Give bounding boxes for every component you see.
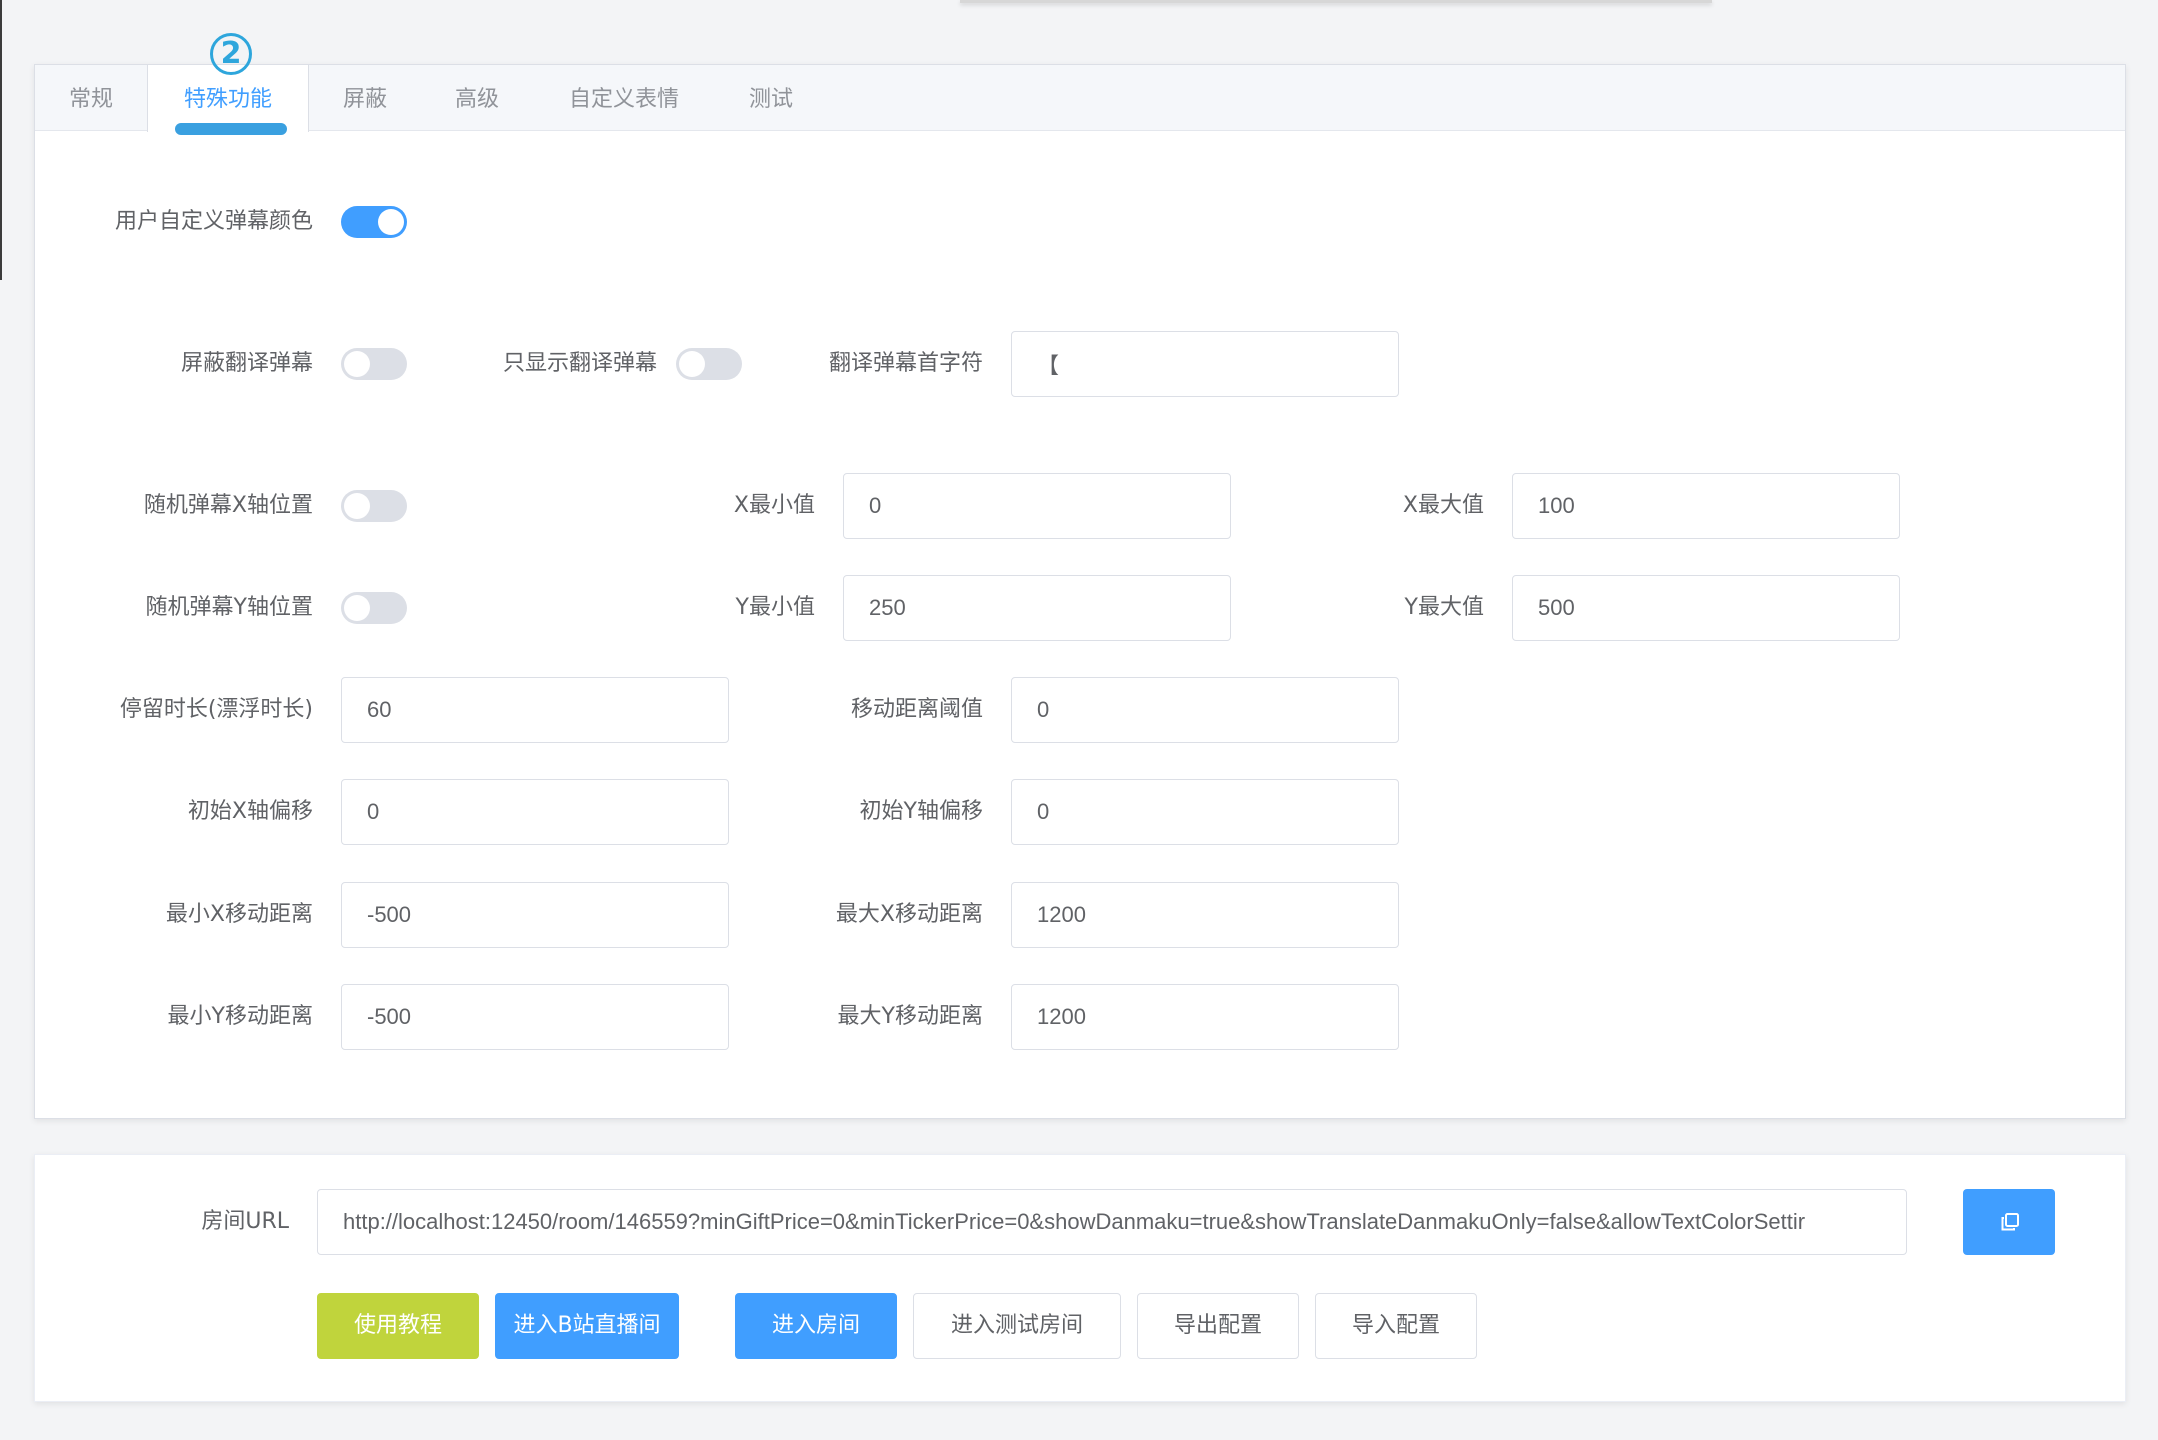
settings-card: 常规 特殊功能 屏蔽 高级 自定义表情 测试 2 用户自定义弹幕颜色 屏蔽翻译弹… bbox=[34, 33, 2126, 1119]
y-max-label: Y最大值 bbox=[1404, 595, 1484, 620]
tab-custom-emoji[interactable]: 自定义表情 bbox=[533, 65, 715, 131]
step-badge: 2 bbox=[210, 33, 252, 75]
tab-special-features[interactable]: 特殊功能 bbox=[147, 65, 309, 132]
init-y-offset-label: 初始Y轴偏移 bbox=[859, 799, 983, 824]
random-y-switch[interactable] bbox=[341, 592, 407, 624]
tabs-header: 常规 特殊功能 屏蔽 高级 自定义表情 测试 2 bbox=[35, 33, 2125, 135]
copy-url-button[interactable] bbox=[1963, 1189, 2055, 1255]
room-url-card: 房间URL 使用教程 进入B站直播间 进入房间 进入测试房间 导出配置 导入配置 bbox=[34, 1154, 2126, 1402]
tab-advanced[interactable]: 高级 bbox=[421, 65, 533, 131]
y-min-input[interactable] bbox=[843, 575, 1231, 641]
import-config-button[interactable]: 导入配置 bbox=[1315, 1293, 1477, 1359]
only-translate-switch[interactable] bbox=[676, 348, 742, 380]
tab-highlight-underline bbox=[175, 123, 287, 135]
only-translate-label: 只显示翻译弹幕 bbox=[502, 351, 657, 376]
tab-general[interactable]: 常规 bbox=[35, 65, 147, 131]
switch-knob bbox=[344, 351, 370, 377]
move-threshold-input[interactable] bbox=[1011, 677, 1399, 743]
tutorial-button[interactable]: 使用教程 bbox=[317, 1293, 479, 1359]
tab-test[interactable]: 测试 bbox=[715, 65, 827, 131]
max-y-move-label: 最大Y移动距离 bbox=[837, 1004, 983, 1029]
min-y-move-input[interactable] bbox=[341, 984, 729, 1050]
init-x-offset-label: 初始X轴偏移 bbox=[187, 799, 313, 824]
translate-prefix-input[interactable] bbox=[1011, 331, 1399, 397]
copy-icon bbox=[2001, 1213, 2019, 1231]
stay-duration-label: 停留时长(漂浮时长) bbox=[119, 697, 313, 722]
left-edge-line bbox=[0, 0, 2, 280]
stay-duration-input[interactable] bbox=[341, 677, 729, 743]
init-y-offset-input[interactable] bbox=[1011, 779, 1399, 845]
max-x-move-label: 最大X移动距离 bbox=[835, 902, 983, 927]
random-x-switch[interactable] bbox=[341, 490, 407, 522]
x-min-input[interactable] bbox=[843, 473, 1231, 539]
room-url-input[interactable] bbox=[317, 1189, 1907, 1255]
max-y-move-input[interactable] bbox=[1011, 984, 1399, 1050]
random-x-label: 随机弹幕X轴位置 bbox=[143, 493, 313, 518]
block-translate-label: 屏蔽翻译弹幕 bbox=[180, 351, 313, 376]
enter-room-button[interactable]: 进入房间 bbox=[735, 1293, 897, 1359]
min-y-move-label: 最小Y移动距离 bbox=[167, 1004, 313, 1029]
y-max-input[interactable] bbox=[1512, 575, 1900, 641]
export-config-button[interactable]: 导出配置 bbox=[1137, 1293, 1299, 1359]
switch-knob bbox=[344, 493, 370, 519]
custom-color-label: 用户自定义弹幕颜色 bbox=[114, 209, 313, 234]
init-x-offset-input[interactable] bbox=[341, 779, 729, 845]
max-x-move-input[interactable] bbox=[1011, 882, 1399, 948]
block-translate-switch[interactable] bbox=[341, 348, 407, 380]
random-y-label: 随机弹幕Y轴位置 bbox=[145, 595, 313, 620]
room-url-label: 房间URL bbox=[201, 1209, 289, 1234]
y-min-label: Y最小值 bbox=[735, 595, 815, 620]
switch-knob bbox=[378, 209, 404, 235]
move-threshold-label: 移动距离阈值 bbox=[850, 697, 983, 722]
switch-knob bbox=[344, 595, 370, 621]
x-min-label: X最小值 bbox=[733, 493, 815, 518]
custom-color-switch[interactable] bbox=[341, 206, 407, 238]
x-max-input[interactable] bbox=[1512, 473, 1900, 539]
tab-block[interactable]: 屏蔽 bbox=[309, 65, 421, 131]
top-shadow-bar bbox=[960, 0, 1712, 3]
min-x-move-input[interactable] bbox=[341, 882, 729, 948]
translate-prefix-label: 翻译弹幕首字符 bbox=[828, 351, 983, 376]
x-max-label: X最大值 bbox=[1402, 493, 1484, 518]
enter-test-room-button[interactable]: 进入测试房间 bbox=[913, 1293, 1121, 1359]
enter-bili-room-button[interactable]: 进入B站直播间 bbox=[495, 1293, 679, 1359]
min-x-move-label: 最小X移动距离 bbox=[165, 902, 313, 927]
switch-knob bbox=[679, 351, 705, 377]
